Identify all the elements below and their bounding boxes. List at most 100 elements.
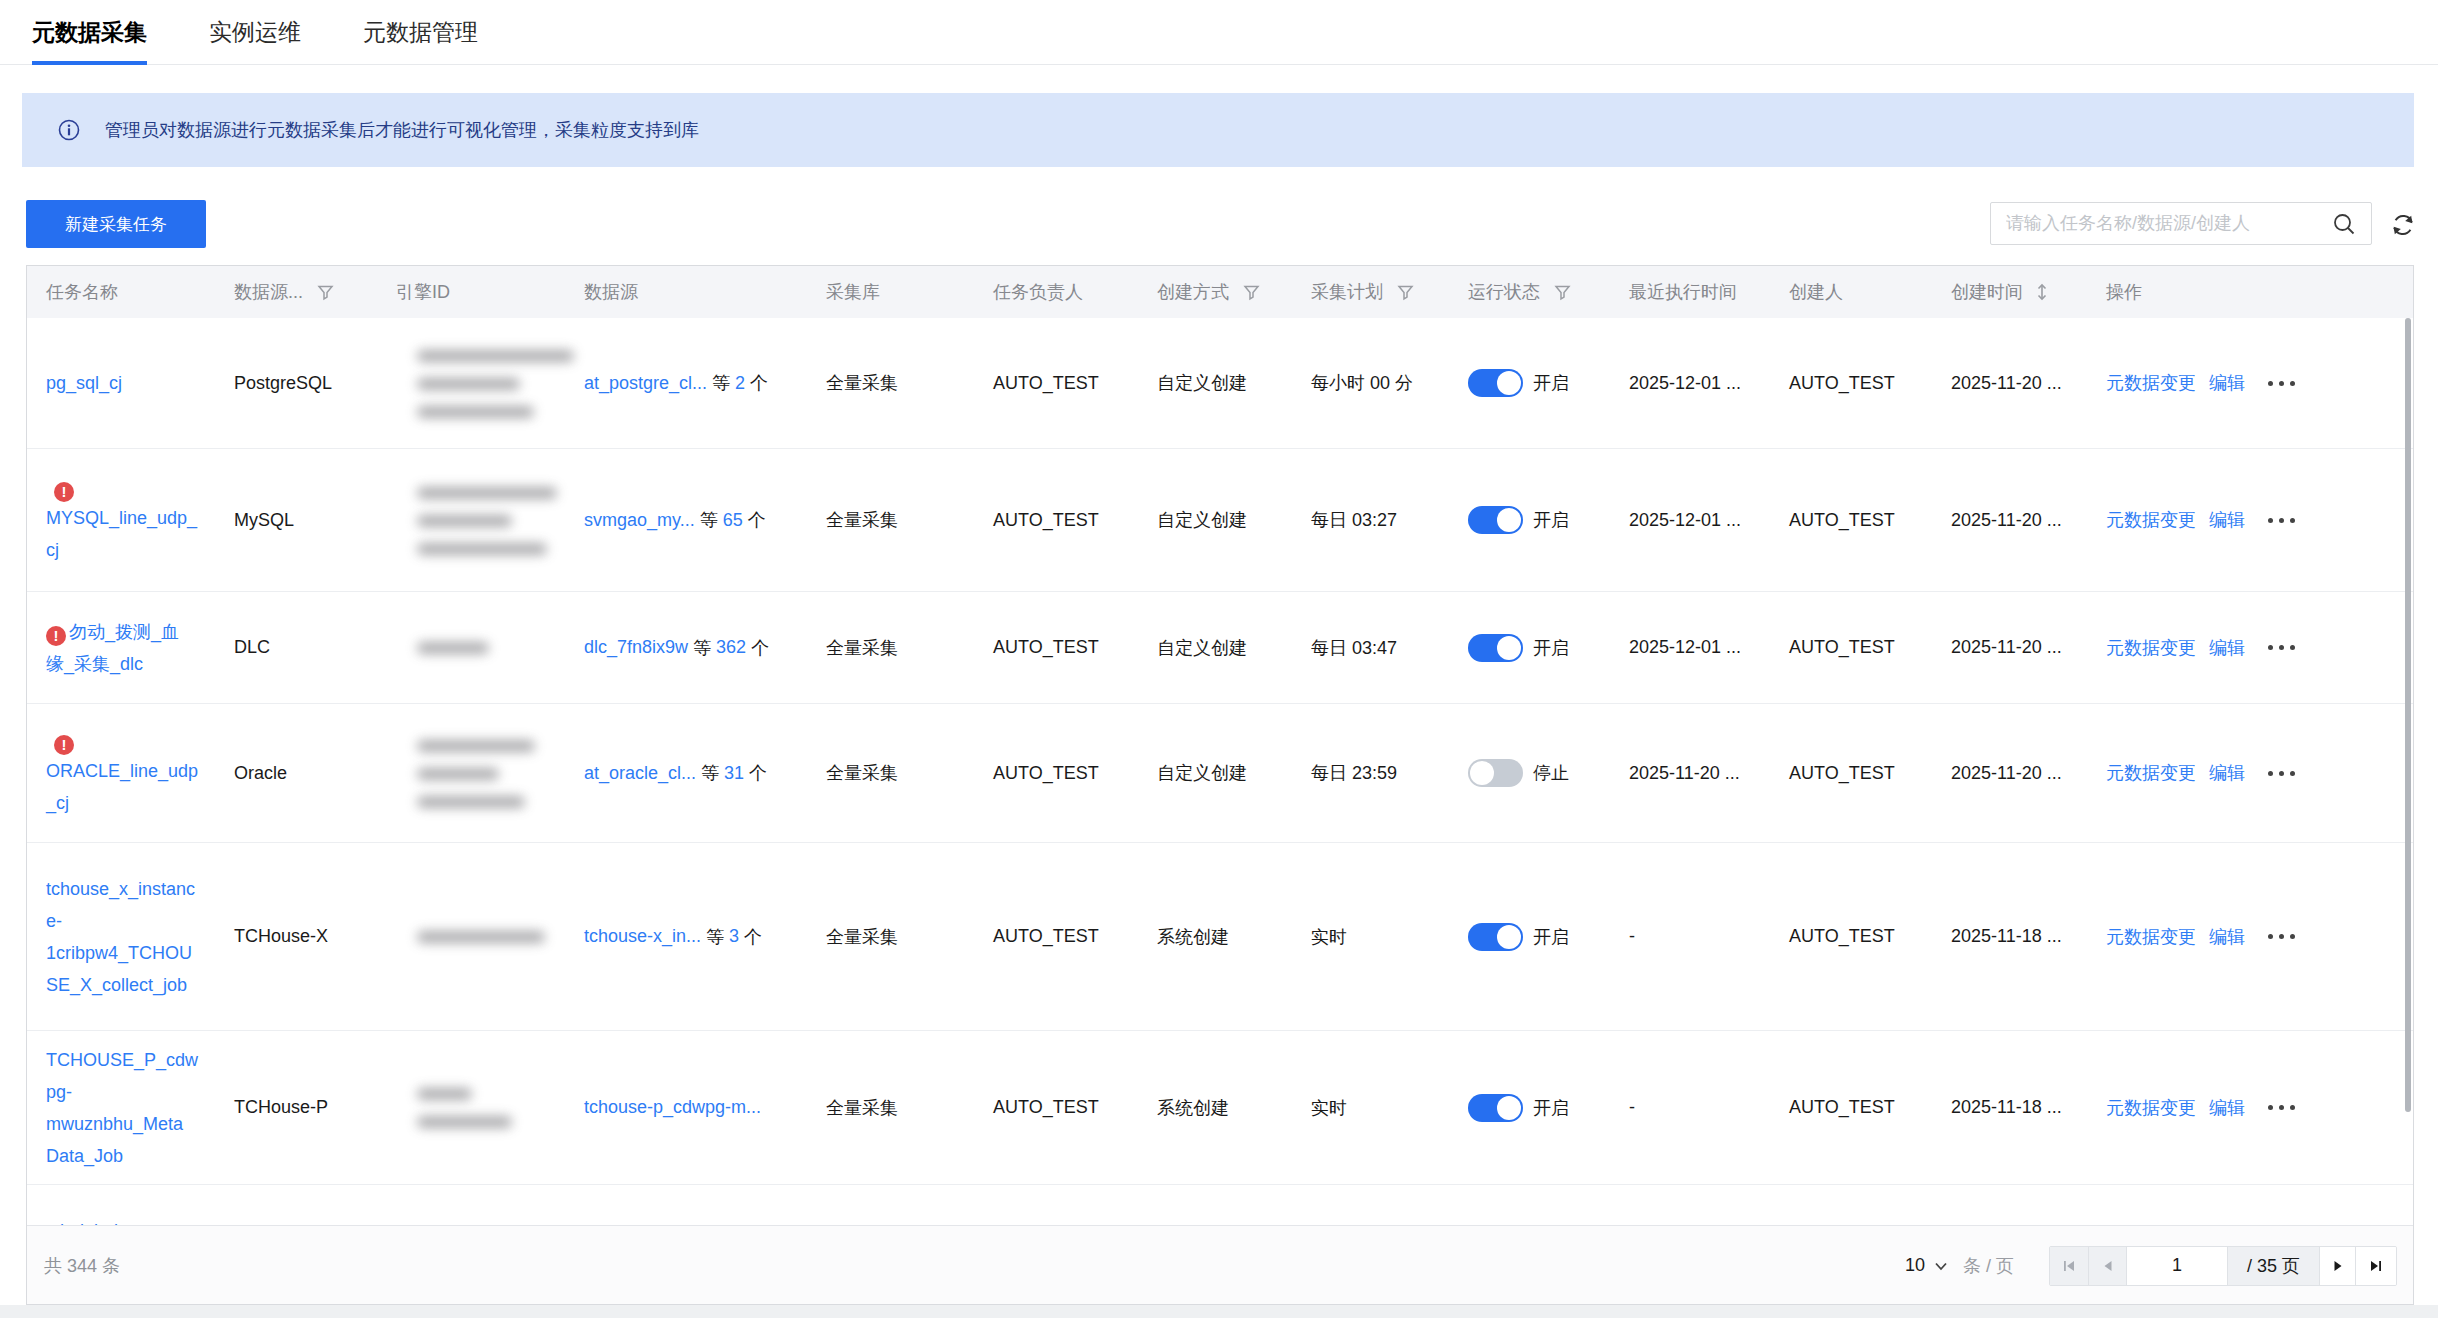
tab-label: 元数据采集 [32, 17, 147, 48]
status-toggle[interactable] [1468, 923, 1523, 951]
next-page-button[interactable] [2320, 1247, 2356, 1285]
last-page-button[interactable] [2356, 1247, 2396, 1285]
status-toggle[interactable] [1468, 369, 1523, 397]
source-count-unit: 个 [746, 636, 769, 660]
datasource-link[interactable]: tchouse-x_in... [584, 926, 701, 947]
metadata-change-link[interactable]: 元数据变更 [2106, 636, 2196, 660]
metadata-change-link[interactable]: 元数据变更 [2106, 925, 2196, 949]
task-name-link[interactable]: pg_sql_cj [46, 373, 122, 393]
column-header-10: 创建人 [1789, 266, 1843, 318]
table-row-partial: tch_job_l [27, 1185, 2413, 1227]
metadata-change-link[interactable]: 元数据变更 [2106, 1096, 2196, 1120]
task-name-link[interactable]: ORACLE_line_udp _cj [46, 761, 198, 813]
toggle-knob [1497, 636, 1521, 660]
new-collection-task-button[interactable]: 新建采集任务 [26, 200, 206, 248]
last-run-time: - [1629, 926, 1635, 947]
filter-icon[interactable] [1554, 284, 1571, 301]
first-page-button[interactable] [2050, 1247, 2089, 1285]
refresh-icon[interactable] [2390, 212, 2416, 238]
source-count[interactable]: 65 [723, 510, 743, 531]
column-header-11: 创建时间 [1951, 266, 2049, 318]
more-actions-icon[interactable] [2268, 381, 2295, 386]
tab-0[interactable]: 元数据采集 [32, 0, 147, 65]
prev-page-button[interactable] [2089, 1247, 2127, 1285]
vertical-scrollbar[interactable] [2405, 318, 2411, 1112]
metadata-change-link[interactable]: 元数据变更 [2106, 371, 2196, 395]
tab-label: 元数据管理 [363, 17, 478, 48]
toggle-knob [1497, 925, 1521, 949]
created-time: 2025-11-20 ... [1951, 763, 2062, 784]
task-name-link[interactable]: TCHOUSE_P_cdw pg- mwuznbhu_Meta Data_Job [46, 1050, 198, 1166]
more-actions-icon[interactable] [2268, 934, 2295, 939]
status-toggle[interactable] [1468, 506, 1523, 534]
source-count[interactable]: 362 [716, 637, 746, 658]
edit-link[interactable]: 编辑 [2209, 1096, 2245, 1120]
creator: AUTO_TEST [1789, 637, 1895, 658]
toggle-knob [1497, 1096, 1521, 1120]
sort-icon[interactable] [2035, 283, 2049, 301]
creation-mode: 系统创建 [1157, 1096, 1229, 1120]
tab-1[interactable]: 实例运维 [209, 0, 301, 65]
metadata-change-link[interactable]: 元数据变更 [2106, 761, 2196, 785]
edit-link[interactable]: 编辑 [2209, 925, 2245, 949]
page-input[interactable]: 1 [2127, 1247, 2228, 1285]
creation-mode: 系统创建 [1157, 925, 1229, 949]
banner-text: 管理员对数据源进行元数据采集后才能进行可视化管理，采集粒度支持到库 [105, 118, 699, 142]
creator: AUTO_TEST [1789, 763, 1895, 784]
more-actions-icon[interactable] [2268, 518, 2295, 523]
creation-mode: 自定义创建 [1157, 761, 1247, 785]
column-label: 任务名称 [46, 280, 118, 304]
status-toggle[interactable] [1468, 759, 1523, 787]
collection-scope: 全量采集 [826, 508, 898, 532]
column-label: 数据源... [234, 280, 303, 304]
column-header-2: 引擎ID [396, 266, 450, 318]
status-toggle[interactable] [1468, 1094, 1523, 1122]
creation-mode: 自定义创建 [1157, 636, 1247, 660]
edit-link[interactable]: 编辑 [2209, 508, 2245, 532]
status-toggle[interactable] [1468, 634, 1523, 662]
filter-icon[interactable] [317, 284, 334, 301]
collection-scope: 全量采集 [826, 1096, 898, 1120]
source-count-unit: 个 [743, 508, 766, 532]
task-name-link[interactable]: MYSQL_line_udp_ cj [46, 508, 197, 560]
task-name-link[interactable]: 勿动_拨测_血 缘_采集_dlc [46, 622, 179, 674]
engine-id-redacted [387, 449, 587, 592]
prev-page-icon [2100, 1258, 2116, 1274]
collection-scope: 全量采集 [826, 371, 898, 395]
more-actions-icon[interactable] [2268, 1105, 2295, 1110]
datasource-link[interactable]: svmgao_my... [584, 510, 695, 531]
datasource-link[interactable]: at_oracle_cl... [584, 763, 696, 784]
datasource-link[interactable]: at_postgre_cl... [584, 373, 707, 394]
status-label: 开启 [1533, 636, 1569, 660]
column-label: 创建方式 [1157, 280, 1229, 304]
edit-link[interactable]: 编辑 [2209, 761, 2245, 785]
source-count[interactable]: 31 [724, 763, 744, 784]
filter-icon[interactable] [1397, 284, 1414, 301]
metadata-change-link[interactable]: 元数据变更 [2106, 508, 2196, 532]
source-count[interactable]: 3 [729, 926, 739, 947]
datasource-link[interactable]: dlc_7fn8ix9w [584, 637, 688, 658]
datasource-type: MySQL [234, 510, 294, 531]
column-label: 引擎ID [396, 280, 450, 304]
task-name-link[interactable]: tchouse_x_instanc e- 1cribpw4_TCHOU SE_X… [46, 879, 195, 995]
datasource-link[interactable]: tchouse-p_cdwpg-m... [584, 1097, 761, 1118]
tab-2[interactable]: 元数据管理 [363, 0, 478, 65]
filter-icon[interactable] [1243, 284, 1260, 301]
source-count-prefix: 等 [688, 636, 716, 660]
source-count[interactable]: 2 [735, 373, 745, 394]
more-actions-icon[interactable] [2268, 645, 2295, 650]
more-actions-icon[interactable] [2268, 771, 2295, 776]
edit-link[interactable]: 编辑 [2209, 636, 2245, 660]
source-count-unit: 个 [739, 925, 762, 949]
column-label: 操作 [2106, 280, 2142, 304]
status-label: 开启 [1533, 925, 1569, 949]
total-count: 共 344 条 [44, 1226, 120, 1305]
search-icon[interactable] [2331, 211, 2357, 237]
page-size-select[interactable]: 10 [1905, 1255, 1949, 1276]
table-row: pg_sql_cjPostgreSQLat_postgre_cl... 等 2 … [27, 318, 2413, 449]
last-run-time: 2025-12-01 ... [1629, 637, 1741, 658]
table-row: !MYSQL_line_udp_ cjMySQLsvmgao_my... 等 6… [27, 449, 2413, 592]
search-input[interactable] [1991, 213, 2331, 234]
edit-link[interactable]: 编辑 [2209, 371, 2245, 395]
info-banner: 管理员对数据源进行元数据采集后才能进行可视化管理，采集粒度支持到库 [22, 93, 2414, 167]
